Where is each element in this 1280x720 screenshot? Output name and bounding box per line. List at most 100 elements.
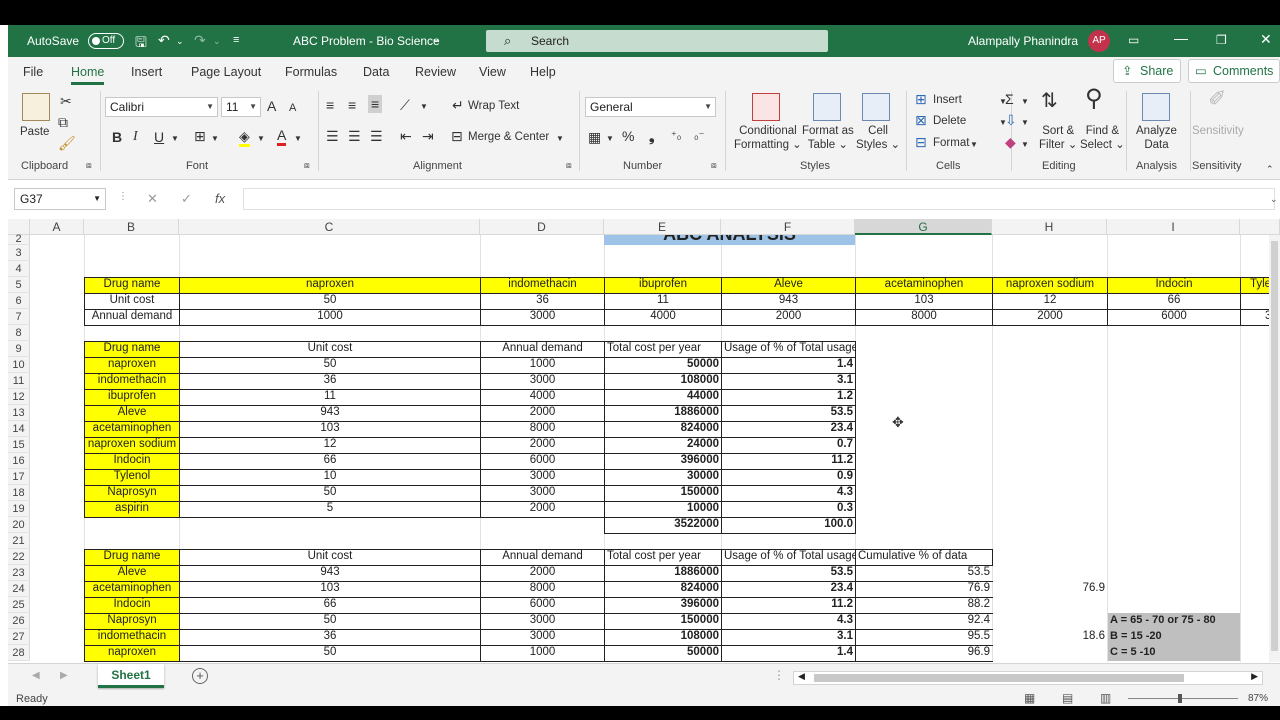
paste-icon[interactable] xyxy=(22,93,50,121)
avatar[interactable]: AP xyxy=(1088,30,1110,52)
add-sheet-button[interactable]: + xyxy=(192,668,208,684)
t1-drug[interactable]: naproxen xyxy=(180,277,480,293)
t3-header[interactable]: Annual demand xyxy=(481,549,604,565)
format-as-table-icon[interactable] xyxy=(813,93,841,121)
accounting-dropdown-icon[interactable]: ▼ xyxy=(606,131,614,147)
t2-header[interactable]: Drug name xyxy=(85,341,179,357)
column-header-f[interactable]: F xyxy=(721,219,855,235)
t3-cumulative[interactable]: 76.9 xyxy=(856,581,992,597)
clear-icon[interactable]: ◆ xyxy=(1005,134,1016,150)
t1-annual-demand[interactable]: 1000 xyxy=(180,309,480,325)
normal-view-icon[interactable]: ▦ xyxy=(1024,691,1035,705)
zoom-slider-thumb[interactable] xyxy=(1178,694,1182,703)
orientation-dropdown-icon[interactable]: ▼ xyxy=(420,99,428,115)
row-header[interactable]: 28 xyxy=(8,645,30,661)
save-icon[interactable]: 🖫 xyxy=(135,32,147,56)
t2-drug-name[interactable]: ibuprofen xyxy=(85,389,179,405)
format-dropdown-icon[interactable]: ▼ xyxy=(970,137,978,153)
t1-drug[interactable]: Indocin xyxy=(1108,277,1240,293)
column-header-a[interactable]: A xyxy=(30,219,84,235)
row-header[interactable]: 19 xyxy=(8,501,30,517)
format-as-table-button[interactable]: Format as Table ⌄ xyxy=(802,124,854,152)
t2-annual-demand[interactable]: 1000 xyxy=(481,357,604,373)
t2-usage[interactable]: 1.4 xyxy=(722,357,855,373)
sheet-title[interactable]: ABC ANALYSIS xyxy=(604,235,855,245)
t2-usage[interactable]: 23.4 xyxy=(722,421,855,437)
t3-total-cost[interactable]: 396000 xyxy=(605,597,721,613)
comma-button[interactable]: ❟ xyxy=(649,128,655,144)
t2-drug-name[interactable]: Naprosyn xyxy=(85,485,179,501)
scroll-thumb[interactable] xyxy=(814,674,1184,682)
t3-header[interactable]: Usage of % of Total usage xyxy=(722,549,855,565)
tab-view[interactable]: View xyxy=(479,65,506,79)
t2-annual-demand[interactable]: 2000 xyxy=(481,405,604,421)
t1-unit-cost[interactable]: 943 xyxy=(722,293,855,309)
t2-usage[interactable]: 0.3 xyxy=(722,501,855,517)
t3-drug-name[interactable]: Indocin xyxy=(85,597,179,613)
t2-total-cost[interactable]: 108000 xyxy=(605,373,721,389)
tab-page-layout[interactable]: Page Layout xyxy=(191,65,261,79)
format-painter-icon[interactable]: 🖌 xyxy=(58,135,76,151)
t3-usage[interactable]: 53.5 xyxy=(722,565,855,581)
t3-drug-name[interactable]: naproxen xyxy=(85,645,179,661)
t2-unit-cost[interactable]: 5 xyxy=(180,501,480,517)
t1-annual-demand[interactable]: 2000 xyxy=(722,309,855,325)
row-header[interactable]: 21 xyxy=(8,533,30,549)
t1-unit-cost[interactable]: 12 xyxy=(993,293,1107,309)
t1-drug[interactable]: indomethacin xyxy=(481,277,604,293)
t1-annual-demand[interactable]: 3000 xyxy=(481,309,604,325)
t1-annual-demand[interactable]: 6000 xyxy=(1108,309,1240,325)
tab-file[interactable]: File xyxy=(23,65,43,79)
cell-styles-icon[interactable] xyxy=(862,93,890,121)
font-color-dropdown-icon[interactable]: ▼ xyxy=(294,131,302,147)
t2-unit-cost[interactable]: 66 xyxy=(180,453,480,469)
autosum-icon[interactable]: Σ xyxy=(1005,91,1014,107)
column-header-i[interactable]: I xyxy=(1107,219,1240,235)
t2-annual-demand[interactable]: 3000 xyxy=(481,373,604,389)
autosum-dropdown-icon[interactable]: ▼ xyxy=(1021,94,1029,110)
column-header-d[interactable]: D xyxy=(480,219,604,235)
name-box[interactable]: G37 ▼ xyxy=(14,188,106,210)
shrink-font-button[interactable]: A xyxy=(289,100,296,116)
format-cells-icon[interactable]: ⊟ xyxy=(915,134,927,150)
t3-cumulative[interactable]: 96.9 xyxy=(856,645,992,661)
t3-drug-name[interactable]: Naprosyn xyxy=(85,613,179,629)
delete-button[interactable]: Delete xyxy=(933,114,966,128)
merge-center-button[interactable]: Merge & Center xyxy=(468,130,549,144)
clipboard-launcher-icon[interactable]: ⧈ xyxy=(86,160,92,171)
comments-button[interactable]: ▭ Comments xyxy=(1188,59,1280,83)
align-right-icon[interactable]: ☰ xyxy=(370,128,383,144)
align-middle-icon[interactable]: ≡ xyxy=(348,97,356,113)
side-value-h24[interactable]: 76.9 xyxy=(993,581,1107,597)
t2-usage[interactable]: 0.9 xyxy=(722,469,855,485)
delete-cells-icon[interactable]: ⊠ xyxy=(915,112,927,128)
search-box[interactable]: ⌕ Search xyxy=(486,30,828,52)
t1-unit-cost[interactable]: 66 xyxy=(1108,293,1240,309)
fill-icon[interactable]: ⇩ xyxy=(1005,112,1017,128)
t1-drug[interactable]: ibuprofen xyxy=(605,277,721,293)
number-launcher-icon[interactable]: ⧈ xyxy=(711,160,717,171)
sheet-tab-sheet1[interactable]: Sheet1 xyxy=(98,664,164,688)
t1-label-unit-cost[interactable]: Unit cost xyxy=(85,293,179,309)
font-size-select[interactable]: 11 ▼ xyxy=(221,97,261,117)
t2-unit-cost[interactable]: 36 xyxy=(180,373,480,389)
t1-unit-cost[interactable]: 103 xyxy=(856,293,992,309)
t3-drug-name[interactable]: Aleve xyxy=(85,565,179,581)
sensitivity-button[interactable]: Sensitivity xyxy=(1192,124,1244,138)
find-select-button[interactable]: Find & Select ⌄ xyxy=(1080,124,1125,152)
t2-usage[interactable]: 3.1 xyxy=(722,373,855,389)
format-button[interactable]: Format xyxy=(933,136,969,150)
page-break-view-icon[interactable]: ▥ xyxy=(1100,691,1111,705)
tab-help[interactable]: Help xyxy=(530,65,556,79)
restore-icon[interactable]: ❐ xyxy=(1216,33,1227,47)
t3-cumulative[interactable]: 88.2 xyxy=(856,597,992,613)
t1-label-annual-demand[interactable]: Annual demand xyxy=(85,309,179,325)
t2-total-cost[interactable]: 10000 xyxy=(605,501,721,517)
t2-header[interactable]: Unit cost xyxy=(180,341,480,357)
fill-dropdown-icon[interactable]: ▼ xyxy=(257,131,265,147)
t3-usage[interactable]: 3.1 xyxy=(722,629,855,645)
t2-usage[interactable]: 1.2 xyxy=(722,389,855,405)
row-header[interactable]: 15 xyxy=(8,437,30,453)
merge-icon[interactable]: ⊟ xyxy=(451,128,463,144)
t3-usage[interactable]: 11.2 xyxy=(722,597,855,613)
